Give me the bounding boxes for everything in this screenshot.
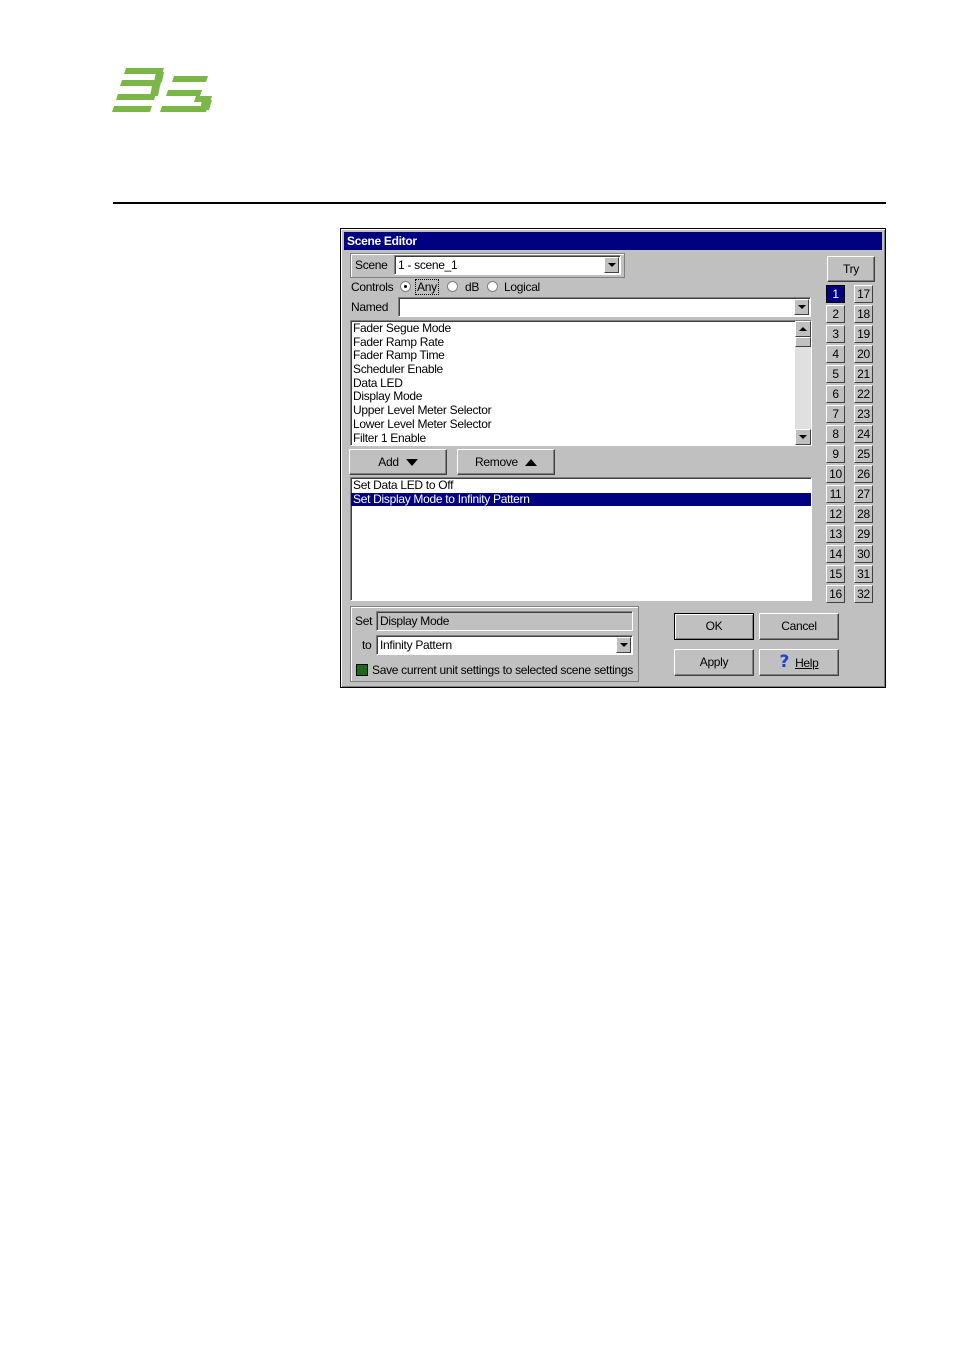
list-item[interactable]: Filter 1 Enable [351,431,811,446]
list-item[interactable]: Fader Segue Mode [351,321,811,336]
scene-select[interactable]: 1 - scene_1 [394,255,621,275]
scene-number-button[interactable]: 16 [826,585,845,603]
list-item[interactable]: Display Mode [351,390,811,404]
list-item[interactable]: Fader Ramp Time [351,349,811,363]
bss-logo [112,68,212,112]
radio-logical-label[interactable]: Logical [504,280,540,294]
to-dropdown-button[interactable] [616,637,631,653]
scene-number-button[interactable]: 32 [854,585,873,603]
scene-number-button[interactable]: 7 [826,405,845,423]
scene-number-button[interactable]: 6 [826,385,845,403]
arrow-down-icon [799,435,807,439]
scene-number-button[interactable]: 20 [854,345,873,363]
scene-number-button[interactable]: 4 [826,345,845,363]
scroll-thumb[interactable] [795,337,811,347]
radio-any-label[interactable]: Any [415,279,439,295]
save-settings-checkbox[interactable] [356,664,368,676]
cancel-button[interactable]: Cancel [759,613,839,640]
scene-number-button[interactable]: 1 [826,285,845,303]
to-label: to [362,638,372,652]
scene-number-button[interactable]: 26 [854,465,873,483]
scene-number-button[interactable]: 30 [854,545,873,563]
list-item[interactable]: Set Data LED to Off [351,478,811,493]
scroll-up-button[interactable] [795,321,811,337]
scene-number-button[interactable]: 23 [854,405,873,423]
radio-any[interactable] [400,281,411,292]
scene-dropdown-button[interactable] [604,257,619,273]
chevron-down-icon [607,263,616,267]
scene-label: Scene [355,258,388,272]
scene-number-button[interactable]: 24 [854,425,873,443]
scene-number-button[interactable]: 9 [826,445,845,463]
scene-number-button[interactable]: 22 [854,385,873,403]
arrow-down-icon [405,459,418,467]
chevron-down-icon [619,643,628,647]
scene-number-button[interactable]: 14 [826,545,845,563]
help-icon: ? [779,652,790,672]
scene-number-button[interactable]: 25 [854,445,873,463]
arrow-up-icon [524,459,537,467]
named-label: Named [351,300,389,314]
scene-number-button[interactable]: 3 [826,325,845,343]
radio-logical[interactable] [487,281,498,292]
scene-number-button[interactable]: 28 [854,505,873,523]
arrow-up-icon [799,327,807,331]
list-item[interactable]: Set Display Mode to Infinity Pattern [351,492,811,507]
scene-number-button[interactable]: 11 [826,485,845,503]
scene-editor-dialog: Scene Editor Scene 1 - scene_1 Controls … [340,228,886,688]
try-button[interactable]: Try [827,256,875,282]
remove-button[interactable]: Remove [457,449,555,475]
save-settings-label[interactable]: Save current unit settings to selected s… [372,663,633,677]
list-item[interactable]: Scheduler Enable [351,362,811,377]
dialog-title: Scene Editor [344,232,882,250]
named-dropdown-button[interactable] [794,299,809,315]
header-rule [113,202,886,204]
list-item[interactable]: Lower Level Meter Selector [351,417,811,432]
radio-db[interactable] [447,281,458,292]
chevron-down-icon [797,305,806,309]
list-item[interactable]: Fader Ramp Rate [351,335,811,350]
scene-number-button[interactable]: 10 [826,465,845,483]
scene-number-button[interactable]: 21 [854,365,873,383]
named-select[interactable] [398,297,811,317]
radio-db-label[interactable]: dB [465,280,479,294]
scroll-down-button[interactable] [795,429,811,445]
scene-number-button[interactable]: 31 [854,565,873,583]
scene-number-button[interactable]: 13 [826,525,845,543]
scene-number-button[interactable]: 27 [854,485,873,503]
help-button[interactable]: ? Help [759,649,839,676]
scene-number-button[interactable]: 17 [854,285,873,303]
set-label: Set [355,614,373,628]
apply-button[interactable]: Apply [674,649,754,676]
controls-label: Controls [351,280,394,294]
controls-list[interactable]: Fader Segue Mode Fader Ramp Rate Fader Ram… [350,320,812,446]
controls-scrollbar[interactable] [795,321,811,445]
scene-settings-list[interactable]: Set Data LED to Off Set Display Mode to I… [350,477,812,601]
add-button[interactable]: Add [349,449,447,475]
scene-number-button[interactable]: 5 [826,365,845,383]
scene-number-button[interactable]: 19 [854,325,873,343]
set-field: Display Mode [376,611,633,631]
list-item[interactable]: Data LED [351,376,811,391]
scene-number-button[interactable]: 12 [826,505,845,523]
scene-number-button[interactable]: 2 [826,305,845,323]
scene-number-button[interactable]: 18 [854,305,873,323]
list-item[interactable]: Upper Level Meter Selector [351,403,811,418]
ok-button[interactable]: OK [674,613,754,640]
scene-number-button[interactable]: 8 [826,425,845,443]
to-select[interactable]: Infinity Pattern [376,635,633,655]
scene-number-button[interactable]: 15 [826,565,845,583]
scene-number-button[interactable]: 29 [854,525,873,543]
